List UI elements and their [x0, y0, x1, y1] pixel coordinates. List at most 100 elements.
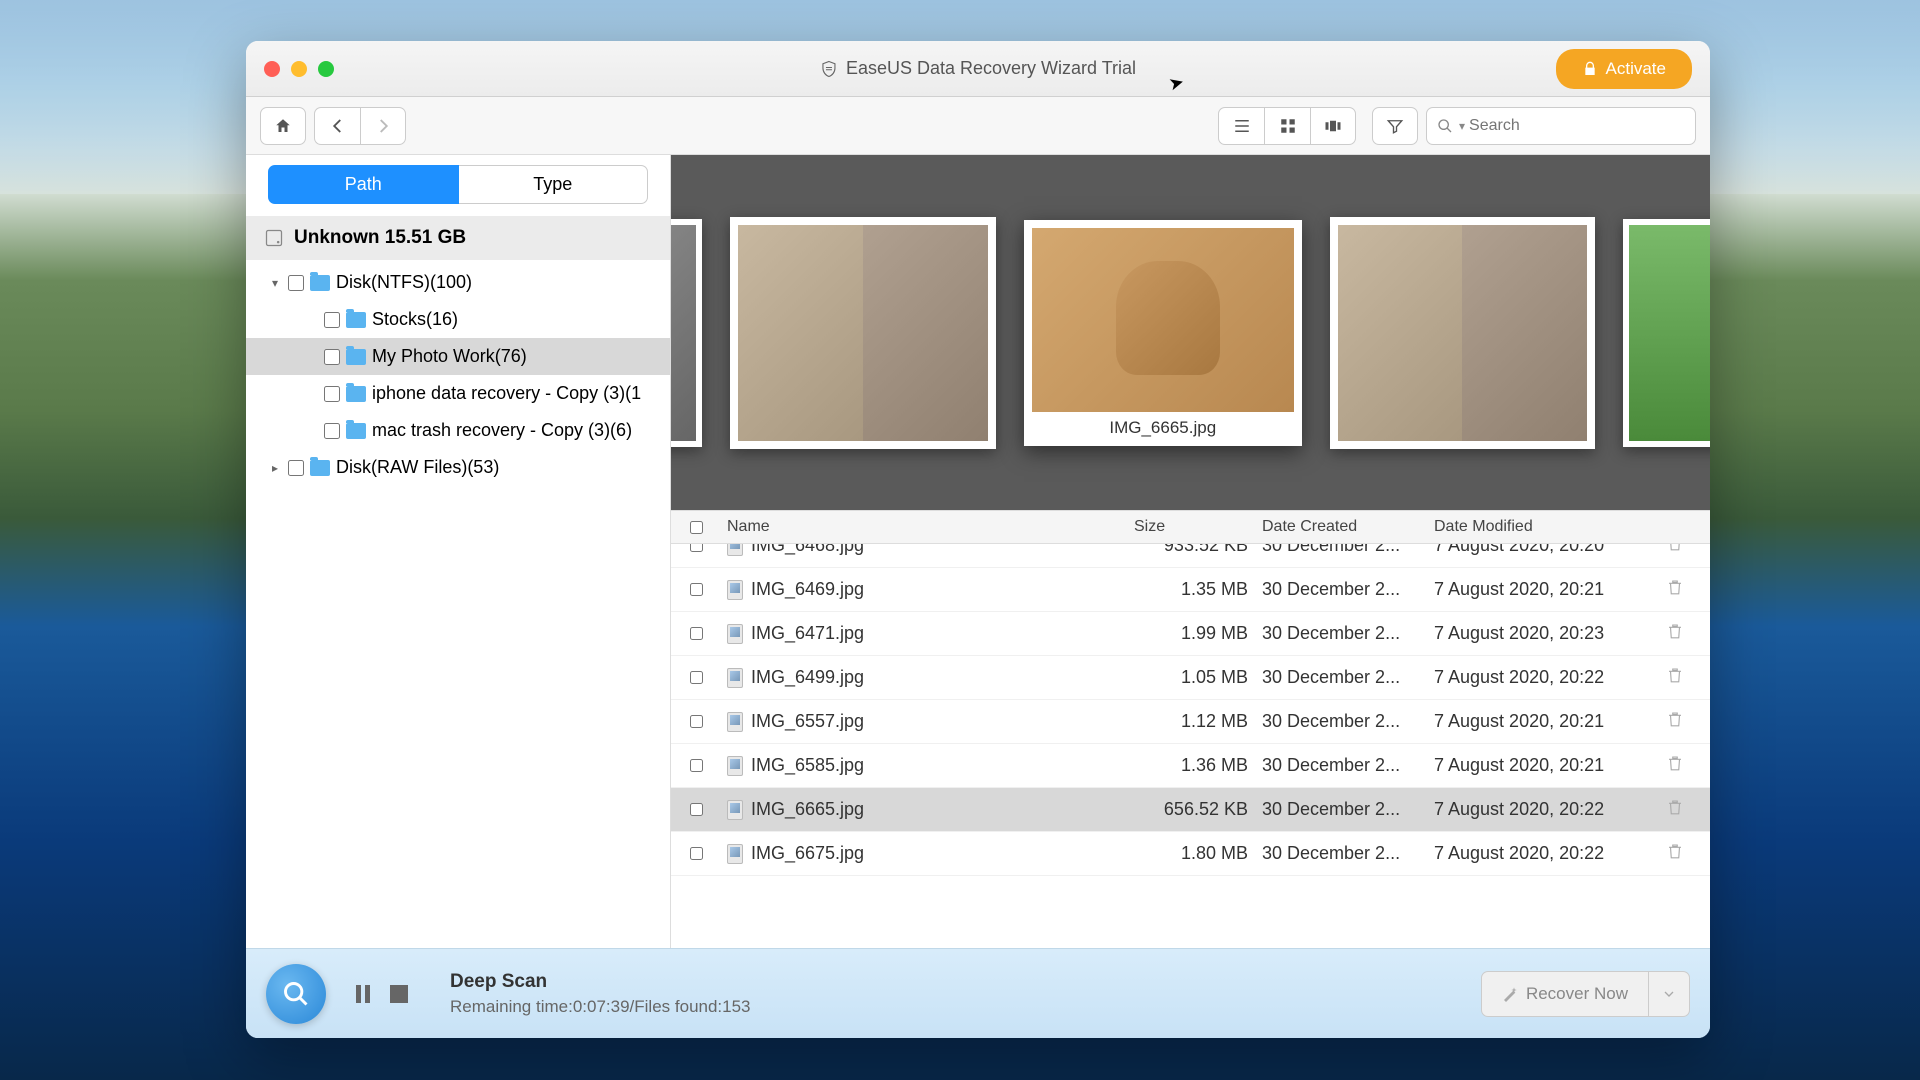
- list-view-button[interactable]: [1218, 107, 1264, 145]
- row-checkbox[interactable]: [690, 627, 703, 640]
- close-button[interactable]: [264, 61, 280, 77]
- coverflow-strip[interactable]: IMG_6665.jpg: [671, 155, 1710, 510]
- tree-checkbox[interactable]: [324, 423, 340, 439]
- expand-arrow-icon[interactable]: ▾: [268, 276, 282, 290]
- maximize-button[interactable]: [318, 61, 334, 77]
- back-button[interactable]: [314, 107, 360, 145]
- trash-icon[interactable]: [1666, 798, 1684, 816]
- row-checkbox[interactable]: [690, 671, 703, 684]
- row-checkbox[interactable]: [690, 583, 703, 596]
- tree-checkbox[interactable]: [324, 349, 340, 365]
- chevron-right-icon: [374, 117, 392, 135]
- tree-checkbox[interactable]: [288, 275, 304, 291]
- chevron-down-icon: [1661, 986, 1677, 1002]
- file-date-modified: 7 August 2020, 20:20: [1434, 544, 1666, 556]
- cursor-icon: ➤: [1167, 71, 1187, 95]
- tab-type[interactable]: Type: [459, 165, 649, 204]
- filter-button[interactable]: [1372, 107, 1418, 145]
- tree-item[interactable]: ▾ Disk(NTFS)(100): [246, 264, 670, 301]
- search-box[interactable]: ▾: [1426, 107, 1696, 145]
- file-date-created: 30 December 2...: [1262, 843, 1434, 864]
- stop-icon: [390, 985, 408, 1003]
- forward-button[interactable]: [360, 107, 406, 145]
- table-row[interactable]: IMG_6675.jpg1.80 MB30 December 2...7 Aug…: [671, 832, 1710, 876]
- disk-label: Unknown 15.51 GB: [294, 227, 466, 249]
- header-date-created[interactable]: Date Created: [1262, 518, 1434, 536]
- folder-icon: [310, 460, 330, 476]
- activate-button[interactable]: Activate: [1556, 49, 1692, 89]
- coverflow-thumb-left[interactable]: [730, 217, 996, 449]
- row-checkbox[interactable]: [690, 544, 703, 552]
- table-row[interactable]: IMG_6469.jpg1.35 MB30 December 2...7 Aug…: [671, 568, 1710, 612]
- row-checkbox[interactable]: [690, 803, 703, 816]
- sidebar-tabs: Path Type: [246, 155, 670, 204]
- file-date-modified: 7 August 2020, 20:22: [1434, 799, 1666, 820]
- file-size: 656.52 KB: [1134, 799, 1262, 820]
- header-date-modified[interactable]: Date Modified: [1434, 518, 1666, 536]
- table-row[interactable]: IMG_6471.jpg1.99 MB30 December 2...7 Aug…: [671, 612, 1710, 656]
- file-date-modified: 7 August 2020, 20:23: [1434, 623, 1666, 644]
- scan-controls: [354, 985, 408, 1003]
- tree-checkbox[interactable]: [324, 386, 340, 402]
- trash-icon[interactable]: [1666, 622, 1684, 640]
- table-row[interactable]: IMG_6585.jpg1.36 MB30 December 2...7 Aug…: [671, 744, 1710, 788]
- recover-now-button[interactable]: Recover Now: [1481, 971, 1649, 1017]
- filter-icon: [1386, 117, 1404, 135]
- table-row[interactable]: IMG_6499.jpg1.05 MB30 December 2...7 Aug…: [671, 656, 1710, 700]
- file-size: 1.05 MB: [1134, 667, 1262, 688]
- minimize-button[interactable]: [291, 61, 307, 77]
- expand-arrow-icon[interactable]: ▸: [268, 461, 282, 475]
- tree-item[interactable]: Stocks(16): [246, 301, 670, 338]
- tree-checkbox[interactable]: [324, 312, 340, 328]
- coverflow-thumb-selected[interactable]: IMG_6665.jpg: [1024, 220, 1301, 446]
- home-button[interactable]: [260, 107, 306, 145]
- row-checkbox[interactable]: [690, 759, 703, 772]
- tree-item-label: Disk(RAW Files)(53): [336, 457, 499, 478]
- row-checkbox[interactable]: [690, 847, 703, 860]
- coverflow-thumb-far-right[interactable]: [1623, 219, 1710, 447]
- app-window: EaseUS Data Recovery Wizard Trial ➤ Acti…: [246, 41, 1710, 1038]
- coverflow-view-button[interactable]: [1310, 107, 1356, 145]
- header-size[interactable]: Size: [1134, 518, 1262, 536]
- file-size: 1.12 MB: [1134, 711, 1262, 732]
- file-name: IMG_6471.jpg: [751, 623, 864, 644]
- tree-item[interactable]: mac trash recovery - Copy (3)(6): [246, 412, 670, 449]
- tree-item-label: Disk(NTFS)(100): [336, 272, 472, 293]
- recover-button-group: Recover Now: [1481, 971, 1690, 1017]
- stop-button[interactable]: [390, 985, 408, 1003]
- file-size: 1.36 MB: [1134, 755, 1262, 776]
- file-icon: [727, 800, 743, 820]
- toolbar: ▾: [246, 97, 1710, 155]
- scan-indicator: [266, 964, 326, 1024]
- file-size: 1.35 MB: [1134, 579, 1262, 600]
- trash-icon[interactable]: [1666, 666, 1684, 684]
- recover-dropdown-button[interactable]: [1649, 971, 1690, 1017]
- header-name[interactable]: Name: [721, 518, 1134, 536]
- select-all-checkbox[interactable]: [690, 521, 703, 534]
- coverflow-icon: [1324, 117, 1342, 135]
- coverflow-thumb-far-left[interactable]: [671, 219, 702, 447]
- trash-icon[interactable]: [1666, 578, 1684, 596]
- pause-button[interactable]: [354, 985, 372, 1003]
- row-checkbox[interactable]: [690, 715, 703, 728]
- table-row[interactable]: IMG_6468.jpg933.52 KB30 December 2...7 A…: [671, 544, 1710, 568]
- search-dropdown-icon[interactable]: ▾: [1459, 119, 1465, 133]
- table-row[interactable]: IMG_6557.jpg1.12 MB30 December 2...7 Aug…: [671, 700, 1710, 744]
- trash-icon[interactable]: [1666, 710, 1684, 728]
- tree-item[interactable]: iphone data recovery - Copy (3)(1: [246, 375, 670, 412]
- tree-checkbox[interactable]: [288, 460, 304, 476]
- grid-view-button[interactable]: [1264, 107, 1310, 145]
- trash-icon[interactable]: [1666, 842, 1684, 860]
- file-name: IMG_6557.jpg: [751, 711, 864, 732]
- disk-header[interactable]: Unknown 15.51 GB: [246, 216, 670, 260]
- tree-item[interactable]: My Photo Work(76): [246, 338, 670, 375]
- coverflow-thumb-right[interactable]: [1330, 217, 1596, 449]
- tab-path[interactable]: Path: [268, 165, 459, 204]
- search-icon: [1437, 118, 1453, 134]
- tree-item[interactable]: ▸ Disk(RAW Files)(53): [246, 449, 670, 486]
- tree-item-label: iphone data recovery - Copy (3)(1: [372, 383, 641, 404]
- table-row[interactable]: IMG_6665.jpg656.52 KB30 December 2...7 A…: [671, 788, 1710, 832]
- trash-icon[interactable]: [1666, 754, 1684, 772]
- trash-icon[interactable]: [1666, 544, 1684, 552]
- search-input[interactable]: [1469, 117, 1685, 135]
